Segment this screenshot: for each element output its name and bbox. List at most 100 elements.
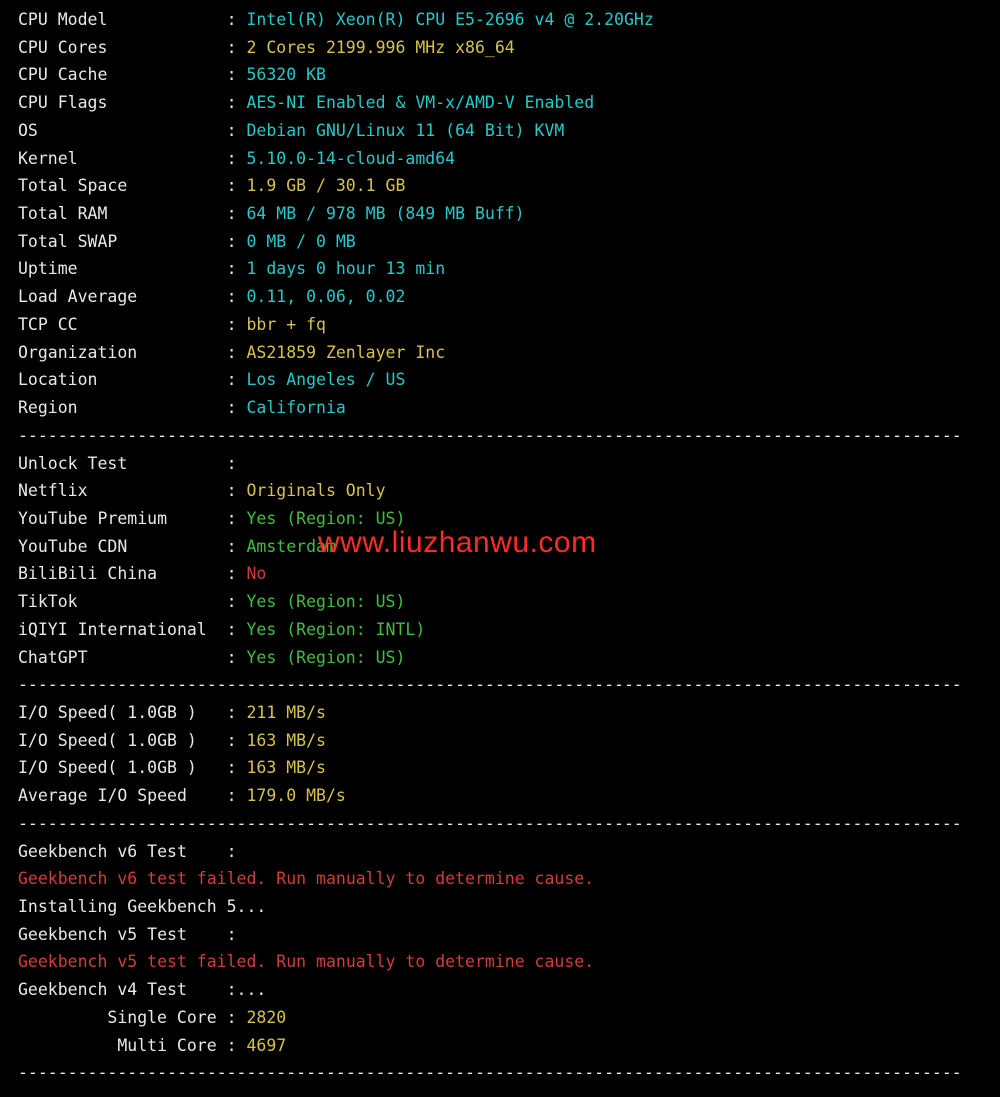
sysinfo-value: 0 MB / 0 MB <box>246 232 355 251</box>
sysinfo-row: Load Average: 0.11, 0.06, 0.02 <box>18 283 1000 311</box>
sysinfo-label: CPU Model <box>18 6 227 34</box>
sysinfo-label: Kernel <box>18 145 227 173</box>
sysinfo-value: AS21859 Zenlayer Inc <box>246 343 445 362</box>
geekbench-message: Geekbench v6 test failed. Run manually t… <box>18 869 594 888</box>
iospeed-row: I/O Speed( 1.0GB ): 163 MB/s <box>18 754 1000 782</box>
terminal-output: CPU Model: Intel(R) Xeon(R) CPU E5-2696 … <box>0 0 1000 1097</box>
separator: : <box>227 255 247 283</box>
sysinfo-label: Region <box>18 394 227 422</box>
sysinfo-value: 2 Cores 2199.996 MHz x86_64 <box>246 38 514 57</box>
sysinfo-row: CPU Flags: AES-NI Enabled & VM-x/AMD-V E… <box>18 89 1000 117</box>
separator: : <box>227 89 247 117</box>
geekbench-label: Geekbench v6 Test <box>18 838 227 866</box>
sysinfo-value: Los Angeles / US <box>246 370 405 389</box>
geekbench-value: 4697 <box>246 1036 286 1055</box>
sysinfo-row: TCP CC: bbr + fq <box>18 311 1000 339</box>
sysinfo-value: California <box>246 398 345 417</box>
separator: : <box>227 505 247 533</box>
sysinfo-value: 0.11, 0.06, 0.02 <box>246 287 405 306</box>
sysinfo-row: Region: California <box>18 394 1000 422</box>
divider: ----------------------------------------… <box>18 671 1000 699</box>
geekbench-label: Multi Core <box>18 1032 227 1060</box>
unlock-row: iQIYI International: Yes (Region: INTL) <box>18 616 1000 644</box>
separator: : <box>227 588 247 616</box>
unlock-row: BiliBili China: No <box>18 560 1000 588</box>
geekbench-label: Geekbench v5 Test <box>18 921 227 949</box>
separator: :... <box>227 976 267 1004</box>
unlock-label: Netflix <box>18 477 227 505</box>
sysinfo-value: 64 MB / 978 MB (849 MB Buff) <box>246 204 524 223</box>
sysinfo-label: Organization <box>18 339 227 367</box>
iospeed-label: Average I/O Speed <box>18 782 227 810</box>
sysinfo-label: OS <box>18 117 227 145</box>
iospeed-value: 163 MB/s <box>246 731 325 750</box>
unlock-value: Yes (Region: INTL) <box>246 620 425 639</box>
separator: : <box>227 616 247 644</box>
unlock-row: YouTube Premium: Yes (Region: US) <box>18 505 1000 533</box>
geekbench-row: Geekbench v4 Test:... <box>18 976 1000 1004</box>
separator: : <box>227 921 247 949</box>
sysinfo-row: Kernel: 5.10.0-14-cloud-amd64 <box>18 145 1000 173</box>
unlock-test-header: Unlock Test: <box>18 450 1000 478</box>
sysinfo-label: TCP CC <box>18 311 227 339</box>
iospeed-row: I/O Speed( 1.0GB ): 211 MB/s <box>18 699 1000 727</box>
separator: : <box>227 172 247 200</box>
sysinfo-value: 56320 KB <box>246 65 325 84</box>
sysinfo-label: Uptime <box>18 255 227 283</box>
unlock-label: iQIYI International <box>18 616 227 644</box>
iospeed-value: 179.0 MB/s <box>246 786 345 805</box>
sysinfo-row: OS: Debian GNU/Linux 11 (64 Bit) KVM <box>18 117 1000 145</box>
geekbench-row: Geekbench v6 test failed. Run manually t… <box>18 865 1000 893</box>
unlock-value: Originals Only <box>246 481 385 500</box>
unlock-value: Yes (Region: US) <box>246 648 405 667</box>
sysinfo-value: Debian GNU/Linux 11 (64 Bit) KVM <box>246 121 564 140</box>
sysinfo-label: Load Average <box>18 283 227 311</box>
separator: : <box>227 477 247 505</box>
separator: : <box>227 394 247 422</box>
sysinfo-label: CPU Flags <box>18 89 227 117</box>
separator: : <box>227 283 247 311</box>
geekbench-row: Single Core: 2820 <box>18 1004 1000 1032</box>
separator: : <box>227 311 247 339</box>
sysinfo-value: Intel(R) Xeon(R) CPU E5-2696 v4 @ 2.20GH… <box>246 10 653 29</box>
geekbench-row: Multi Core: 4697 <box>18 1032 1000 1060</box>
geekbench-value: 2820 <box>246 1008 286 1027</box>
geekbench-label: Single Core <box>18 1004 227 1032</box>
sysinfo-row: Uptime: 1 days 0 hour 13 min <box>18 255 1000 283</box>
sysinfo-label: CPU Cache <box>18 61 227 89</box>
sysinfo-value: AES-NI Enabled & VM-x/AMD-V Enabled <box>246 93 594 112</box>
sysinfo-label: Total SWAP <box>18 228 227 256</box>
sysinfo-value: 1.9 GB / 30.1 GB <box>246 176 405 195</box>
unlock-row: TikTok: Yes (Region: US) <box>18 588 1000 616</box>
divider: ----------------------------------------… <box>18 810 1000 838</box>
separator: : <box>227 699 247 727</box>
separator: : <box>227 117 247 145</box>
sysinfo-label: Total Space <box>18 172 227 200</box>
geekbench-row: Geekbench v5 test failed. Run manually t… <box>18 948 1000 976</box>
sysinfo-row: CPU Model: Intel(R) Xeon(R) CPU E5-2696 … <box>18 6 1000 34</box>
separator: : <box>227 533 247 561</box>
separator: : <box>227 366 247 394</box>
iospeed-row: I/O Speed( 1.0GB ): 163 MB/s <box>18 727 1000 755</box>
geekbench-row: Installing Geekbench 5... <box>18 893 1000 921</box>
iospeed-label: I/O Speed( 1.0GB ) <box>18 727 227 755</box>
sysinfo-row: Total Space: 1.9 GB / 30.1 GB <box>18 172 1000 200</box>
unlock-label: ChatGPT <box>18 644 227 672</box>
unlock-row: YouTube CDN: Amsterdam <box>18 533 1000 561</box>
unlock-value: Yes (Region: US) <box>246 509 405 528</box>
iospeed-label: I/O Speed( 1.0GB ) <box>18 699 227 727</box>
unlock-row: ChatGPT: Yes (Region: US) <box>18 644 1000 672</box>
unlock-test-label: Unlock Test <box>18 450 227 478</box>
sysinfo-row: Total RAM: 64 MB / 978 MB (849 MB Buff) <box>18 200 1000 228</box>
sysinfo-row: Organization: AS21859 Zenlayer Inc <box>18 339 1000 367</box>
iospeed-row: Average I/O Speed: 179.0 MB/s <box>18 782 1000 810</box>
separator: : <box>227 1004 247 1032</box>
divider: ----------------------------------------… <box>18 422 1000 450</box>
unlock-value: No <box>246 564 266 583</box>
geekbench-message: Installing Geekbench 5... <box>18 897 266 916</box>
separator: : <box>227 644 247 672</box>
sysinfo-label: Location <box>18 366 227 394</box>
separator: : <box>227 754 247 782</box>
separator: : <box>227 1032 247 1060</box>
iospeed-value: 163 MB/s <box>246 758 325 777</box>
